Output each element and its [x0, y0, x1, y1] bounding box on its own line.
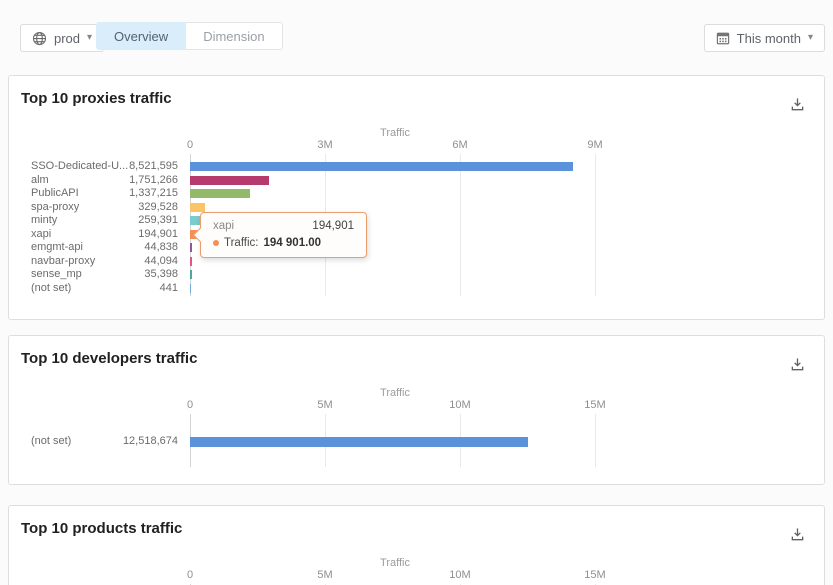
row-value: 1,751,266: [93, 174, 178, 188]
tooltip-series-value: 194 901.00: [264, 237, 322, 249]
bar-spa-proxy[interactable]: [190, 203, 205, 212]
series-dot-icon: [213, 240, 219, 246]
axis-title: Traffic: [190, 127, 600, 139]
axis-title: Traffic: [190, 557, 600, 569]
date-range-selector[interactable]: This month ▾: [704, 24, 825, 52]
row-value: 259,391: [93, 214, 178, 228]
chart-tooltip: xapi 194,901 Traffic: 194 901.00: [200, 212, 367, 258]
x-tick-label: 0: [168, 139, 212, 151]
x-tick-label: 5M: [303, 569, 347, 581]
x-tick-label: 15M: [573, 569, 617, 581]
x-tick-label: 10M: [438, 399, 482, 411]
x-tick-label: 6M: [438, 139, 482, 151]
tab-overview[interactable]: Overview: [96, 22, 186, 50]
row-value: 8,521,595: [93, 160, 178, 174]
tooltip-value: 194,901: [312, 220, 354, 232]
axis-title: Traffic: [190, 387, 600, 399]
card-top10-products: Top 10 products traffic Traffic 05M10M15…: [8, 505, 825, 585]
row-value: 441: [93, 282, 178, 296]
bar--not-set-[interactable]: [190, 284, 191, 293]
products-bar-chart: Traffic 0 5M 10M 15M: [9, 506, 824, 585]
bar-publicapi[interactable]: [190, 189, 250, 198]
x-tick-label: 9M: [573, 139, 617, 151]
tooltip-series-label: Traffic:: [224, 237, 259, 249]
tooltip-title: xapi: [213, 220, 234, 232]
calendar-icon: [716, 31, 730, 45]
bar-sso-dedicated-u-[interactable]: [190, 162, 573, 171]
x-tick-label: 15M: [573, 399, 617, 411]
view-tabs: Overview Dimension: [96, 22, 283, 50]
gridline: [460, 154, 461, 296]
caret-down-icon: ▾: [808, 33, 813, 43]
toolbar: prod ▾ Overview Dimension This month ▾: [0, 0, 833, 64]
row-value: 1,337,215: [93, 187, 178, 201]
environment-label: prod: [54, 31, 80, 46]
environment-selector[interactable]: prod ▾: [20, 24, 104, 52]
x-tick-label: 5M: [303, 399, 347, 411]
row-value: 329,528: [93, 201, 178, 215]
caret-down-icon: ▾: [87, 33, 92, 43]
card-top10-proxies: Top 10 proxies traffic Traffic 03M6M9MSS…: [8, 75, 825, 320]
row-value: 44,838: [93, 241, 178, 255]
x-tick-label: 3M: [303, 139, 347, 151]
gridline: [595, 154, 596, 296]
row-value: 44,094: [93, 255, 178, 269]
row-value: 35,398: [93, 268, 178, 282]
x-tick-label: 0: [168, 399, 212, 411]
row-value: 194,901: [93, 228, 178, 242]
bar--not-set-[interactable]: [190, 437, 528, 447]
date-range-label: This month: [737, 31, 801, 46]
proxies-bar-chart: Traffic 03M6M9MSSO-Dedicated-U...8,521,5…: [9, 76, 824, 319]
bar-emgmt-api[interactable]: [190, 243, 192, 252]
x-tick-label: 0: [168, 569, 212, 581]
row-value: 12,518,674: [93, 435, 178, 449]
gridline: [595, 414, 596, 467]
bar-sense-mp[interactable]: [190, 270, 192, 279]
card-top10-developers: Top 10 developers traffic Traffic 05M10M…: [8, 335, 825, 485]
bar-alm[interactable]: [190, 176, 269, 185]
globe-icon: [32, 31, 47, 46]
tab-dimension[interactable]: Dimension: [186, 22, 282, 50]
x-tick-label: 10M: [438, 569, 482, 581]
bar-navbar-proxy[interactable]: [190, 257, 192, 266]
developers-bar-chart: Traffic 05M10M15M(not set)12,518,674: [9, 336, 824, 484]
